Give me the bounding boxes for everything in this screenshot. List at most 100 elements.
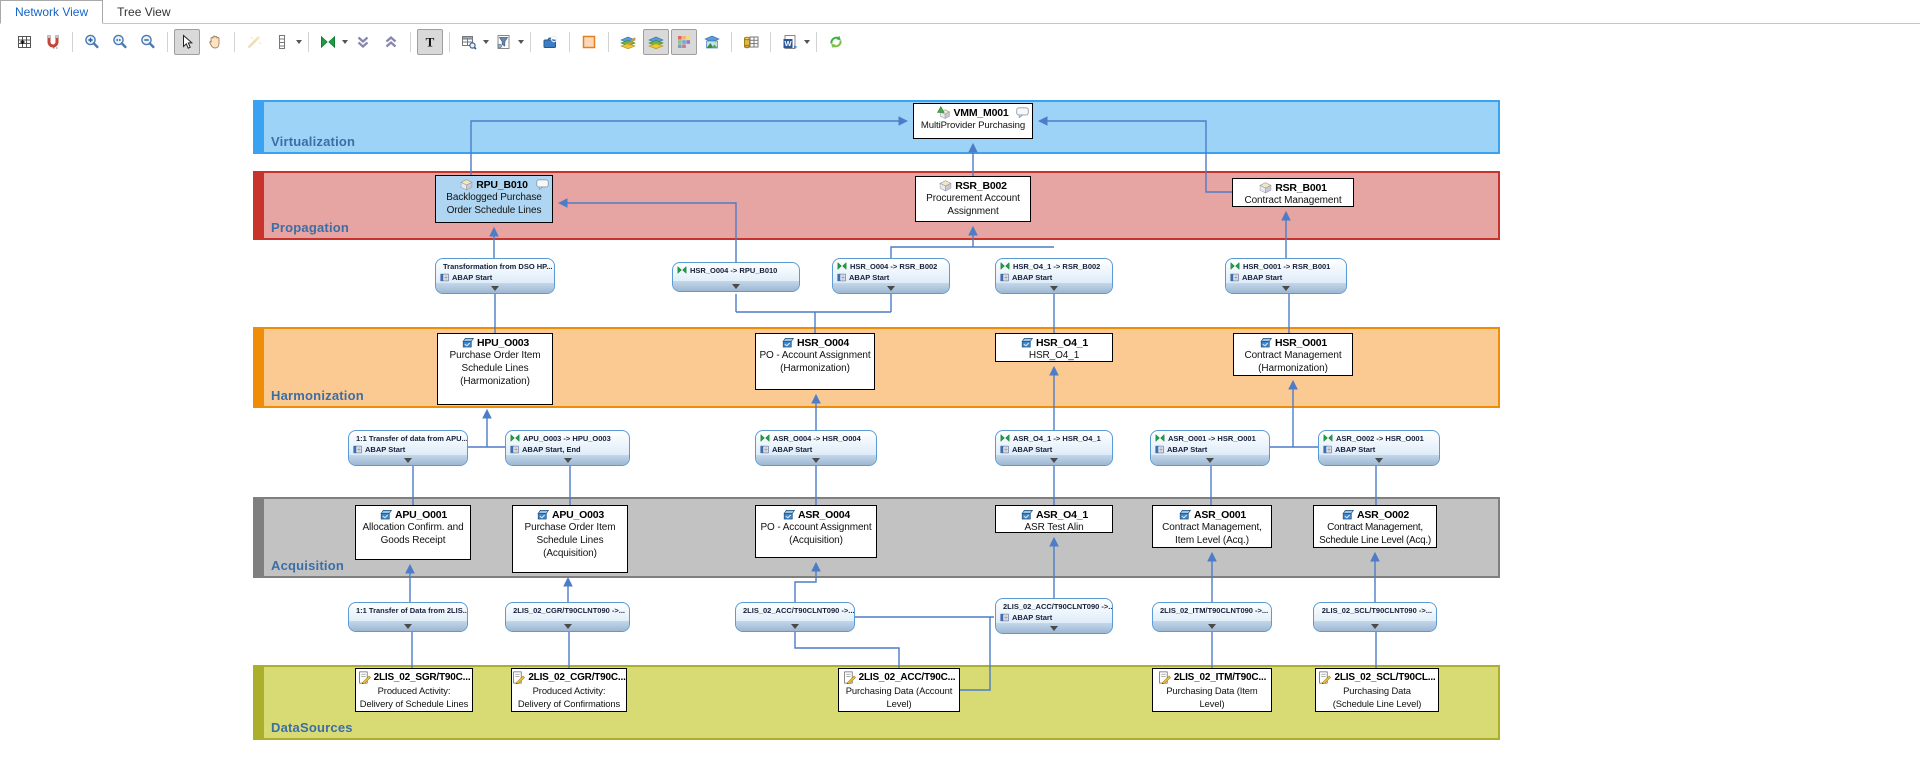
node-ds-2lis-02-sgr[interactable]: 2LIS_02_SGR/T90C... Produced Activity: D… (355, 668, 473, 712)
transformation-expander[interactable] (1314, 621, 1436, 631)
node-asr-o004[interactable]: ASR_O004 PO - Account Assignment (Acquis… (755, 505, 877, 558)
layers-image-icon[interactable] (699, 29, 725, 55)
toolbar-separator (308, 32, 309, 52)
transformation-2lis-02-acc-1[interactable]: 2LIS_02_ACC/T90CLNT090 ->... (735, 602, 855, 632)
transformation-hsr-o004-rsr-b002[interactable]: HSR_O004 -> RSR_B002 ABAP Start (832, 258, 950, 294)
collapse-all-icon[interactable] (350, 29, 376, 55)
transformation-hsr-o001-rsr-b001[interactable]: HSR_O001 -> RSR_B001 ABAP Start (1225, 258, 1347, 294)
transformation-expander[interactable] (673, 281, 799, 291)
node-hsr-o4-1[interactable]: HSR_O4_1 HSR_O4_1 (995, 333, 1113, 362)
table-search-icon[interactable] (456, 29, 482, 55)
expand-all-icon[interactable] (378, 29, 404, 55)
transformation-expander[interactable] (349, 621, 467, 631)
node-asr-o4-1[interactable]: ASR_O4_1 ASR Test Alin (995, 505, 1113, 533)
node-apu-o003[interactable]: APU_O003 Purchase Order Item Schedule Li… (512, 505, 628, 573)
color-palette-icon[interactable] (671, 29, 697, 55)
layout-columns-icon[interactable] (269, 29, 295, 55)
datasource-icon (512, 671, 525, 684)
transformation-expander[interactable] (1151, 455, 1269, 465)
layers-icon[interactable] (643, 29, 669, 55)
dropdown-caret-icon[interactable] (804, 40, 810, 44)
transformation-expander[interactable] (996, 623, 1112, 633)
note-icon[interactable] (1016, 107, 1029, 118)
transformation-expander[interactable] (1319, 455, 1439, 465)
filter-icon[interactable] (491, 29, 517, 55)
transformation-expander[interactable] (756, 455, 876, 465)
magnet-icon[interactable] (40, 29, 66, 55)
node-rsr-b002[interactable]: RSR_B002 Procurement Account Assignment (915, 176, 1031, 222)
node-hsr-o004[interactable]: HSR_O004 PO - Account Assignment (Harmon… (755, 333, 875, 390)
transformation-expander[interactable] (1226, 283, 1346, 293)
transformation-hsr-o004-rpu-b010[interactable]: HSR_O004 -> RPU_B010 (672, 262, 800, 292)
node-ds-2lis-02-cgr[interactable]: 2LIS_02_CGR/T90C... Produced Activity: D… (511, 668, 627, 712)
node-title: APU_O003 (552, 509, 604, 521)
transformation-expander[interactable] (506, 621, 629, 631)
node-title: VMM_M001 (953, 107, 1008, 119)
node-hsr-o001[interactable]: HSR_O001 Contract Management (Harmonizat… (1233, 333, 1353, 376)
transformation-expander[interactable] (436, 283, 554, 293)
data-table-icon[interactable] (738, 29, 764, 55)
select-cursor-icon[interactable] (174, 29, 200, 55)
transformation-expander[interactable] (833, 283, 949, 293)
dropdown-caret-icon[interactable] (518, 40, 524, 44)
dropdown-caret-icon[interactable] (483, 40, 489, 44)
word-export-icon[interactable]: W (777, 29, 803, 55)
zoom-out-icon[interactable] (135, 29, 161, 55)
transformation-expander[interactable] (736, 621, 854, 631)
transformation-hsr-o4-1-rsr-b002[interactable]: HSR_O4_1 -> RSR_B002 ABAP Start (995, 258, 1113, 294)
node-rsr-b001[interactable]: RSR_B001 Contract Management (1232, 178, 1354, 207)
node-ds-2lis-02-scl[interactable]: 2LIS_02_SCL/T90CL... Purchasing Data (Sc… (1315, 668, 1439, 712)
transformation-expander[interactable] (506, 455, 629, 465)
view-tab-bar: Network View Tree View (0, 0, 1920, 24)
transformation-expander[interactable] (1153, 621, 1271, 631)
transformation-dso-hp[interactable]: Transformation from DSO HP... ABAP Start (435, 258, 555, 294)
datastore-icon (1020, 336, 1033, 349)
node-asr-o001[interactable]: ASR_O001 Contract Management, Item Level… (1152, 505, 1272, 548)
text-tool-icon[interactable]: T (417, 29, 443, 55)
node-apu-o001[interactable]: APU_O001 Allocation Confirm. and Goods R… (355, 505, 471, 560)
node-rpu-b010[interactable]: RPU_B010 Backlogged Purchase Order Sched… (435, 175, 553, 223)
transformation-apu-transfer[interactable]: 1:1 Transfer of data from APU... ABAP St… (348, 430, 468, 466)
frame-color-icon[interactable] (576, 29, 602, 55)
node-description: Contract Management, Schedule Line Level… (1314, 521, 1436, 547)
transformation-expander[interactable] (996, 283, 1112, 293)
transformation-2lis-transfer[interactable]: 1:1 Transfer of Data from 2LIS... (348, 602, 468, 632)
magic-wand-icon[interactable] (241, 29, 267, 55)
dropdown-caret-icon[interactable] (296, 40, 302, 44)
node-description: Procurement Account Assignment (916, 192, 1030, 218)
node-vmm-m001[interactable]: VMM_M001 MultiProvider Purchasing (913, 103, 1033, 139)
transformation-asr-o004-hsr-o004[interactable]: ASR_O004 -> HSR_O004 ABAP Start (755, 430, 877, 466)
node-asr-o002[interactable]: ASR_O002 Contract Management, Schedule L… (1313, 505, 1437, 548)
tab-network-view[interactable]: Network View (0, 0, 103, 24)
transformation-subtitle: ABAP Start (1167, 445, 1207, 454)
transformation-2lis-02-cgr[interactable]: 2LIS_02_CGR/T90CLNT090 ->... (505, 602, 630, 632)
transformation-asr-o002-hsr-o001[interactable]: ASR_O002 -> HSR_O001 ABAP Start (1318, 430, 1440, 466)
transformation-icon (1323, 433, 1333, 443)
transformation-2lis-02-scl[interactable]: 2LIS_02_SCL/T90CLNT090 ->... (1313, 602, 1437, 632)
pan-hand-icon[interactable] (202, 29, 228, 55)
transformation-2lis-02-acc-2[interactable]: 2LIS_02_ACC/T90CLNT090 ->... ABAP Start (995, 598, 1113, 634)
node-ds-2lis-02-acc[interactable]: 2LIS_02_ACC/T90C... Purchasing Data (Acc… (838, 668, 960, 712)
transformation-expander[interactable] (996, 455, 1112, 465)
tab-tree-view[interactable]: Tree View (103, 1, 184, 23)
transformation-asr-o001-hsr-o001[interactable]: ASR_O001 -> HSR_O001 ABAP Start (1150, 430, 1270, 466)
transformation-asr-o4-1-hsr-o4-1[interactable]: ASR_O4_1 -> HSR_O4_1 ABAP Start (995, 430, 1113, 466)
transformation-expander[interactable] (349, 455, 467, 465)
node-title: 2LIS_02_SGR/T90C... (374, 672, 471, 683)
transformation-apu-o003-hpu-o003[interactable]: APU_O003 -> HPU_O003 ABAP Start, End (505, 430, 630, 466)
layer-label: Virtualization (271, 134, 355, 149)
node-hpu-o003[interactable]: HPU_O003 Purchase Order Item Schedule Li… (437, 333, 553, 405)
transformation-2lis-02-itm[interactable]: 2LIS_02_ITM/T90CLNT090 ->... (1152, 602, 1272, 632)
refresh-icon[interactable] (823, 29, 849, 55)
grid-icon[interactable] (12, 29, 38, 55)
layers-edit-icon[interactable] (615, 29, 641, 55)
transformation-menu-icon[interactable] (315, 29, 341, 55)
node-description: Purchasing Data (Schedule Line Level) (1316, 684, 1438, 710)
export-package-icon[interactable] (537, 29, 563, 55)
note-icon[interactable] (536, 179, 549, 190)
node-ds-2lis-02-itm[interactable]: 2LIS_02_ITM/T90C... Purchasing Data (Ite… (1152, 668, 1272, 712)
zoom-in-icon[interactable] (79, 29, 105, 55)
zoom-fit-icon[interactable] (107, 29, 133, 55)
abap-routine-icon (440, 273, 449, 282)
dropdown-caret-icon[interactable] (342, 40, 348, 44)
